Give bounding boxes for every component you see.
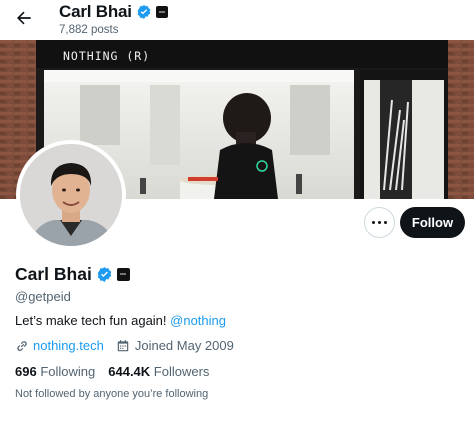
follow-button[interactable]: Follow <box>400 207 465 238</box>
header-name: Carl Bhai <box>59 2 132 21</box>
store-sign: NOTHING (R) <box>63 49 151 63</box>
following-link[interactable]: 696 Following <box>15 364 95 379</box>
followers-link[interactable]: 644.4K Followers <box>108 364 209 379</box>
followers-label: Followers <box>153 364 210 379</box>
following-count: 696 <box>15 364 37 379</box>
avatar[interactable] <box>16 140 126 250</box>
more-dots-icon <box>372 221 375 224</box>
joined-date: Joined May 2009 <box>134 338 234 353</box>
followers-count: 644.4K <box>108 364 151 379</box>
verified-badge-icon[interactable] <box>96 266 113 283</box>
bio-text: Let’s make tech fun again! <box>15 313 171 328</box>
bio-mention-link[interactable]: @nothing <box>170 313 226 328</box>
affiliation-badge-icon[interactable] <box>116 268 130 281</box>
profile-name-row: Carl Bhai <box>15 264 130 285</box>
profile-handle: @getpeid <box>15 289 71 304</box>
post-count: 7,882 posts <box>59 24 119 36</box>
arrow-left-icon[interactable] <box>14 8 34 28</box>
following-label: Following <box>40 364 96 379</box>
not-followed-note: Not followed by anyone you’re following <box>15 388 209 400</box>
avatar-photo <box>20 144 122 246</box>
follow-counts: 696 Following 644.4K Followers <box>15 364 209 379</box>
verified-badge-icon[interactable] <box>136 4 152 20</box>
more-options-button[interactable] <box>364 207 395 238</box>
profile-bio: Let’s make tech fun again! @nothing <box>15 313 226 328</box>
profile-meta: nothing.tech Joined May 2009 <box>15 338 234 353</box>
website-link[interactable]: nothing.tech <box>33 338 104 353</box>
more-dots-icon <box>378 221 381 224</box>
link-icon <box>17 340 27 351</box>
more-dots-icon <box>384 221 387 224</box>
calendar-icon <box>117 339 129 351</box>
header-name-row: Carl Bhai <box>59 2 168 22</box>
affiliation-badge-icon[interactable] <box>155 6 168 18</box>
profile-top-bar: Carl Bhai 7,882 posts <box>0 0 474 40</box>
profile-name: Carl Bhai <box>15 264 92 284</box>
